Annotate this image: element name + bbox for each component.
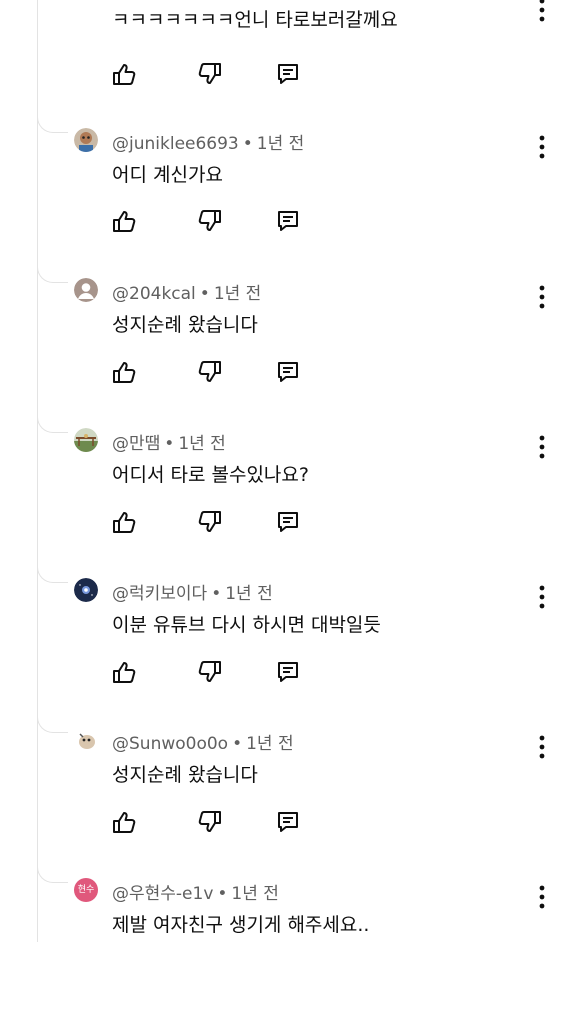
reply-icon[interactable] bbox=[274, 207, 302, 235]
comment-item: @럭키보이다 • 1년 전 이분 유튜브 다시 하시면 대박일듯 bbox=[0, 560, 580, 710]
reply-icon[interactable] bbox=[274, 808, 302, 836]
more-options-icon[interactable] bbox=[532, 0, 552, 23]
cartoon-avatar-icon[interactable] bbox=[74, 728, 98, 752]
comment-author[interactable]: @juniklee6693 bbox=[112, 134, 239, 154]
comment-item: @만땜 • 1년 전 어디서 타로 볼수있나요? bbox=[0, 410, 580, 560]
comment-author[interactable]: @우현수-e1v bbox=[112, 884, 213, 904]
comment-author[interactable]: @204kcal bbox=[112, 284, 196, 304]
more-options-icon[interactable] bbox=[532, 134, 552, 160]
reply-icon[interactable] bbox=[274, 60, 302, 88]
landscape-avatar-icon[interactable] bbox=[74, 428, 98, 452]
comment-text: 성지순례 왔습니다 bbox=[112, 314, 258, 336]
avatar-initials: 현수 bbox=[77, 885, 95, 895]
comment-author[interactable]: @럭키보이다 bbox=[112, 584, 207, 604]
comment-author[interactable]: @Sunwo0o0o bbox=[112, 734, 228, 754]
like-icon[interactable] bbox=[110, 808, 138, 836]
comment-time: 1년 전 bbox=[231, 884, 279, 904]
thread-connector bbox=[37, 410, 68, 433]
dislike-icon[interactable] bbox=[196, 60, 224, 88]
like-icon[interactable] bbox=[110, 658, 138, 686]
like-icon[interactable] bbox=[110, 60, 138, 88]
like-icon[interactable] bbox=[110, 358, 138, 386]
comment-time: 1년 전 bbox=[256, 134, 305, 154]
comment-time: 1년 전 bbox=[213, 284, 262, 304]
night-sky-avatar-icon[interactable] bbox=[74, 578, 98, 602]
comment-author[interactable]: @만땜 bbox=[112, 434, 160, 454]
thread-connector bbox=[37, 110, 68, 133]
dislike-icon[interactable] bbox=[196, 658, 224, 686]
comment-text: 제발 여자친구 생기게 해주세요.. bbox=[112, 914, 370, 936]
comment-text: 어디서 타로 볼수있나요? bbox=[112, 464, 309, 486]
more-options-icon[interactable] bbox=[532, 434, 552, 460]
more-options-icon[interactable] bbox=[532, 884, 552, 910]
comment-text: 성지순례 왔습니다 bbox=[112, 764, 258, 786]
reply-icon[interactable] bbox=[274, 658, 302, 686]
thread-connector bbox=[37, 560, 68, 583]
like-icon[interactable] bbox=[110, 207, 138, 235]
comment-time: 1년 전 bbox=[246, 734, 294, 754]
dislike-icon[interactable] bbox=[196, 207, 224, 235]
thread-connector bbox=[37, 710, 68, 733]
more-options-icon[interactable] bbox=[532, 584, 552, 610]
dislike-icon[interactable] bbox=[196, 358, 224, 386]
comment-time: 1년 전 bbox=[178, 434, 226, 454]
avatar-photo-icon[interactable] bbox=[74, 128, 98, 152]
more-options-icon[interactable] bbox=[532, 734, 552, 760]
initials-avatar[interactable]: 현수 bbox=[74, 878, 98, 902]
default-avatar-icon[interactable] bbox=[74, 278, 98, 302]
comment-item: @juniklee6693 • 1년 전 어디 계신가요 bbox=[0, 110, 580, 260]
dislike-icon[interactable] bbox=[196, 508, 224, 536]
reply-icon[interactable] bbox=[274, 358, 302, 386]
comment-text: ㅋㅋㅋㅋㅋㅋㅋ언니 타로보러갈께요 bbox=[112, 9, 398, 31]
comment-text: 어디 계신가요 bbox=[112, 164, 223, 186]
dislike-icon[interactable] bbox=[196, 808, 224, 836]
comment-item: 현수 @우현수-e1v • 1년 전 제발 여자친구 생기게 해주세요.. bbox=[0, 860, 580, 1010]
more-options-icon[interactable] bbox=[532, 284, 552, 310]
comment-item: ㅋㅋㅋㅋㅋㅋㅋ언니 타로보러갈께요 bbox=[0, 0, 580, 85]
comment-item: @204kcal • 1년 전 성지순례 왔습니다 bbox=[0, 260, 580, 410]
thread-connector bbox=[37, 860, 68, 883]
reply-icon[interactable] bbox=[274, 508, 302, 536]
comment-item: @Sunwo0o0o • 1년 전 성지순례 왔습니다 bbox=[0, 710, 580, 860]
comment-text: 이분 유튜브 다시 하시면 대박일듯 bbox=[112, 614, 381, 636]
like-icon[interactable] bbox=[110, 508, 138, 536]
thread-connector bbox=[37, 260, 68, 283]
comment-time: 1년 전 bbox=[225, 584, 273, 604]
